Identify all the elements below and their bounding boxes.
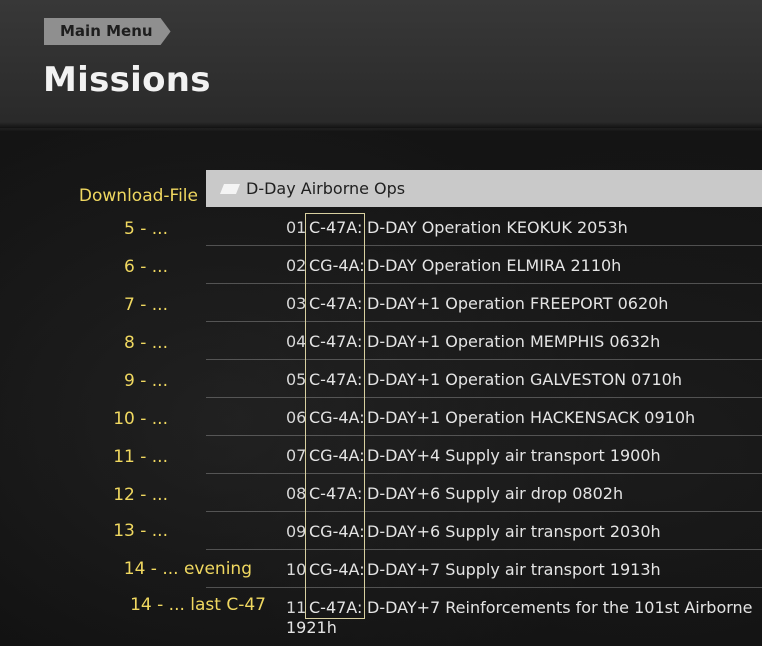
mission-number: 07 — [286, 446, 307, 465]
mission-number: 03 — [286, 294, 307, 313]
folder-header[interactable]: D-Day Airborne Ops — [206, 170, 762, 207]
mission-aircraft: C-47A: — [309, 332, 363, 351]
mission-row[interactable]: 01 C-47A: D-DAY Operation KEOKUK 2053h — [206, 208, 762, 246]
mission-description: D-DAY+6 Supply air transport 2030h — [367, 522, 661, 541]
mission-number: 10 — [286, 560, 307, 579]
folder-label: D-Day Airborne Ops — [246, 179, 406, 198]
mission-number: 09 — [286, 522, 307, 541]
mission-number: 05 — [286, 370, 307, 389]
mission-description: D-DAY+7 Supply air transport 1913h — [367, 560, 661, 579]
left-item-5[interactable]: 5 - ... — [124, 219, 168, 239]
mission-aircraft: C-47A: — [309, 484, 363, 503]
mission-aircraft: C-47A: — [309, 218, 363, 237]
left-item-7[interactable]: 7 - ... — [124, 295, 168, 315]
mission-row[interactable]: 10 CG-4A: D-DAY+7 Supply air transport 1… — [206, 550, 762, 588]
mission-row[interactable]: 05 C-47A: D-DAY+1 Operation GALVESTON 07… — [206, 360, 762, 398]
left-sidebar: Download-File 5 - ... 6 - ... 7 - ... 8 … — [0, 0, 266, 646]
mission-description: D-DAY+1 Operation MEMPHIS 0632h — [367, 332, 661, 351]
mission-description: D-DAY Operation KEOKUK 2053h — [367, 218, 628, 237]
mission-description: D-DAY+6 Supply air drop 0802h — [367, 484, 624, 503]
left-item-12[interactable]: 12 - ... — [113, 485, 168, 505]
mission-description: D-DAY+1 Operation FREEPORT 0620h — [367, 294, 669, 313]
mission-number: 02 — [286, 256, 307, 275]
left-item-10[interactable]: 10 - ... — [113, 409, 168, 429]
left-item-8[interactable]: 8 - ... — [124, 333, 168, 353]
mission-aircraft: C-47A: — [309, 370, 363, 389]
mission-aircraft: CG-4A: — [309, 560, 365, 579]
mission-description: D-DAY+1 Operation HACKENSACK 0910h — [367, 408, 696, 427]
left-item-6[interactable]: 6 - ... — [124, 257, 168, 277]
mission-row[interactable]: 11 C-47A: D-DAY+7 Reinforcements for the… — [206, 588, 762, 646]
mission-number: 06 — [286, 408, 307, 427]
mission-number: 04 — [286, 332, 307, 351]
left-item-13[interactable]: 13 - ... — [113, 521, 168, 541]
mission-description: D-DAY+4 Supply air transport 1900h — [367, 446, 661, 465]
mission-row[interactable]: 07 CG-4A: D-DAY+4 Supply air transport 1… — [206, 436, 762, 474]
mission-aircraft: CG-4A: — [309, 408, 365, 427]
mission-aircraft: CG-4A: — [309, 256, 365, 275]
mission-row[interactable]: 08 C-47A: D-DAY+6 Supply air drop 0802h — [206, 474, 762, 512]
mission-description: D-DAY+1 Operation GALVESTON 0710h — [367, 370, 682, 389]
mission-aircraft: C-47A: — [309, 294, 363, 313]
mission-number: 08 — [286, 484, 307, 503]
mission-aircraft: CG-4A: — [309, 522, 365, 541]
mission-row[interactable]: 02 CG-4A: D-DAY Operation ELMIRA 2110h — [206, 246, 762, 284]
mission-row[interactable]: 09 CG-4A: D-DAY+6 Supply air transport 2… — [206, 512, 762, 550]
mission-row[interactable]: 06 CG-4A: D-DAY+1 Operation HACKENSACK 0… — [206, 398, 762, 436]
mission-description: D-DAY Operation ELMIRA 2110h — [367, 256, 622, 275]
mission-aircraft: CG-4A: — [309, 446, 365, 465]
folder-icon — [220, 184, 240, 194]
left-item-11[interactable]: 11 - ... — [113, 447, 168, 467]
mission-number: 01 — [286, 218, 307, 237]
mission-row[interactable]: 04 C-47A: D-DAY+1 Operation MEMPHIS 0632… — [206, 322, 762, 360]
mission-description: D-DAY+7 Reinforcements for the 101st Air… — [286, 598, 753, 637]
left-item-9[interactable]: 9 - ... — [124, 371, 168, 391]
left-item-download-file[interactable]: Download-File — [79, 186, 198, 206]
mission-row[interactable]: 03 C-47A: D-DAY+1 Operation FREEPORT 062… — [206, 284, 762, 322]
